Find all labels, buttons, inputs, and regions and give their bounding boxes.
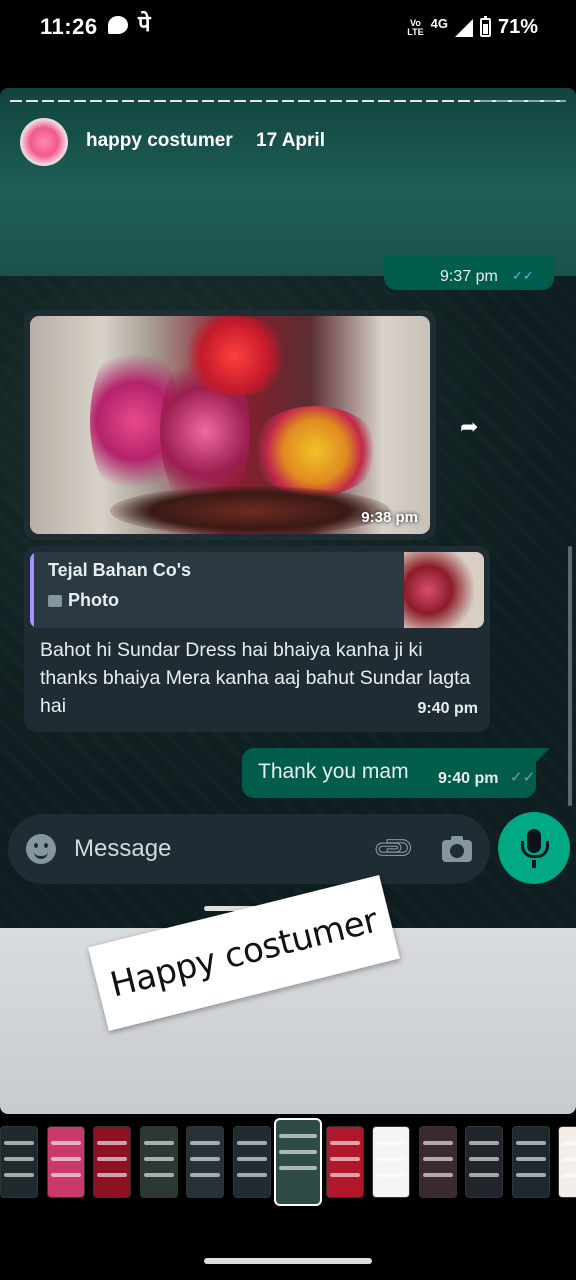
bubble-tail [536, 748, 550, 762]
image-message-bubble[interactable]: 9:38 pm [24, 310, 436, 540]
phonepe-notification-icon: पे [138, 12, 151, 37]
signal-icon [454, 18, 473, 37]
quote-accent-bar [30, 552, 34, 628]
mic-icon [521, 829, 549, 858]
attachment-icon[interactable]: 📎︎ [370, 824, 418, 872]
battery-percent: 71% [497, 16, 538, 38]
message-input-bar[interactable]: Message 📎︎ [8, 814, 490, 884]
notification-icons: पे [108, 14, 151, 36]
story-thumbnail[interactable] [465, 1126, 503, 1198]
outgoing-message-text: Thank you mam [258, 760, 409, 783]
gesture-nav-bar[interactable] [204, 1258, 372, 1264]
story-thumbnail[interactable] [274, 1118, 322, 1206]
story-thumbnail[interactable] [46, 1126, 85, 1198]
camera-icon[interactable] [442, 836, 472, 862]
outgoing-message-bubble[interactable]: Thank you mam 9:40 pm ✓✓ [242, 748, 536, 798]
status-time: 11:26 [40, 14, 98, 39]
scrollbar[interactable] [568, 546, 572, 806]
story-thumbnail-strip[interactable] [0, 1118, 576, 1208]
quoted-photo-thumbnail [404, 552, 484, 628]
story-thumbnail[interactable] [232, 1126, 271, 1198]
avatar[interactable] [20, 118, 68, 166]
quoted-sender: Tejal Bahan Co's [48, 560, 191, 580]
story-progress-remaining [480, 100, 566, 102]
story-date: 17 April [256, 130, 325, 151]
network-type: 4G [430, 16, 448, 31]
quoted-type: Photo [68, 590, 119, 610]
outgoing-message-time: 9:40 pm [438, 770, 499, 787]
photo-icon [48, 594, 62, 607]
message-input[interactable]: Message [74, 835, 171, 863]
story-view[interactable]: happy costumer 17 April 9:37 pm ✓✓ 9:38 … [0, 88, 576, 1114]
double-check-icon: ✓✓ [510, 769, 536, 786]
read-receipt-icon: ✓✓ [512, 268, 534, 283]
story-thumbnail[interactable] [418, 1126, 457, 1198]
battery-icon [479, 16, 491, 37]
mic-button[interactable] [498, 812, 570, 884]
volte-icon: Vo LTE [407, 17, 424, 37]
forward-icon[interactable]: ➦ [460, 414, 478, 440]
story-thumbnail[interactable] [139, 1126, 178, 1198]
story-username[interactable]: happy costumer [86, 130, 233, 152]
emoji-icon[interactable] [26, 834, 56, 864]
story-thumbnail[interactable] [0, 1126, 38, 1198]
story-thumbnail[interactable] [93, 1126, 131, 1198]
status-indicators: Vo LTE 4G 71% [407, 16, 538, 39]
quoted-type-row: Photo [48, 590, 119, 611]
previous-message-time: 9:37 pm [440, 268, 498, 285]
story-thumbnail[interactable] [511, 1126, 550, 1198]
story-thumbnail[interactable] [186, 1126, 224, 1198]
story-thumbnail[interactable] [372, 1126, 410, 1198]
story-thumbnail[interactable] [558, 1126, 576, 1198]
message-notification-icon [108, 16, 128, 34]
image-message-time: 9:38 pm [361, 509, 418, 526]
quoted-message[interactable]: Tejal Bahan Co's Photo [30, 552, 484, 628]
reply-message-time: 9:40 pm [417, 700, 478, 717]
story-header: happy costumer 17 April [0, 88, 576, 276]
reply-message-text: Bahot hi Sundar Dress hai bhaiya kanha j… [40, 639, 471, 717]
story-thumbnail[interactable] [325, 1126, 364, 1198]
status-bar: 11:26 पे Vo LTE 4G 71% [0, 0, 576, 58]
reply-message-bubble[interactable]: Tejal Bahan Co's Photo Bahot hi Sundar D… [24, 546, 490, 732]
shrine-photo[interactable]: 9:38 pm [30, 316, 430, 534]
